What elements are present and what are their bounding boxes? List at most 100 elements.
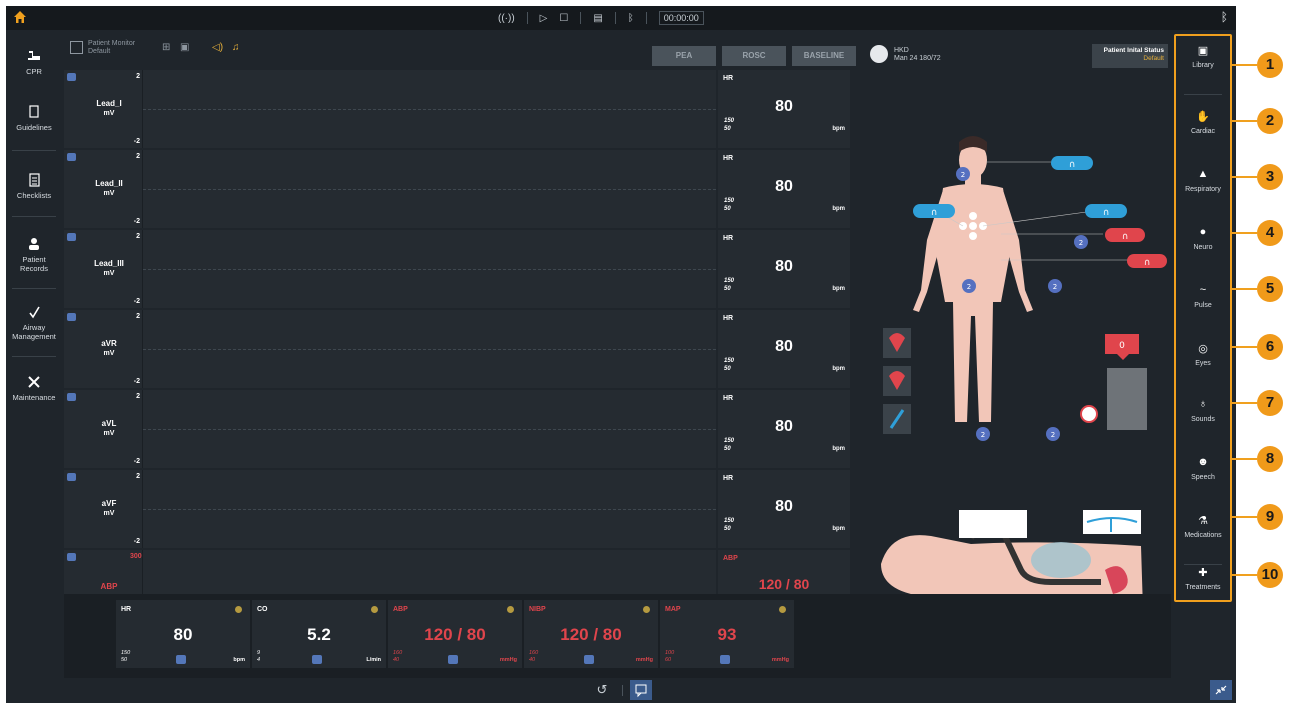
baseline — [143, 269, 716, 270]
callout-badge: 7 — [1257, 390, 1283, 416]
cardiac-tools[interactable] — [883, 328, 911, 434]
bottom-vital-card[interactable]: CO 5.2 9 4 L/min — [252, 600, 386, 668]
scale-min: -2 — [133, 458, 140, 465]
scale-min: -2 — [133, 218, 140, 225]
vital-value: 80 — [775, 418, 793, 435]
eye-icon[interactable] — [176, 655, 186, 664]
eye-icon[interactable] — [67, 393, 76, 401]
callout-line — [1231, 176, 1257, 178]
vital-box[interactable]: HR 80 150 50 bpm — [718, 150, 850, 228]
bottom-vital-card[interactable]: MAP 93 100 60 mmHg — [660, 600, 794, 668]
alarm-bell-icon[interactable]: ♫ — [232, 42, 240, 53]
nav-item-respiratory[interactable]: ▲ Respiratory — [1176, 168, 1230, 193]
alarm-high: 160 — [393, 650, 403, 656]
eye-icon[interactable] — [67, 153, 76, 161]
eye-icon[interactable] — [720, 655, 730, 664]
nav-item-guidelines[interactable]: Guidelines — [6, 104, 62, 132]
nav-item-neuro[interactable]: ● Neuro — [1176, 226, 1230, 251]
vital-unit: bpm — [832, 446, 845, 452]
vital-box[interactable]: ABP 120 / 80 — [718, 550, 850, 594]
bluetooth-icon[interactable]: ᛒ — [628, 13, 634, 24]
nav-item-checklists[interactable]: Checklists — [6, 172, 62, 200]
save-icon[interactable]: ▤ — [593, 13, 602, 24]
baseline — [143, 349, 716, 350]
vital-key: NIBP — [529, 606, 546, 613]
rosc-button[interactable]: ROSC — [722, 46, 786, 66]
alarm-counter[interactable]: 0 — [1080, 334, 1147, 430]
nav-label: Airway Management — [12, 323, 56, 341]
waveform-label: Lead_I mV — [76, 70, 142, 148]
patient-initial-status[interactable]: Patient Inital Status Default — [1092, 44, 1168, 68]
lead-name: Lead_II — [95, 179, 123, 188]
nav-item-airway-management[interactable]: Airway Management — [6, 304, 62, 341]
nav-item-library[interactable]: ▣ Library — [1176, 44, 1230, 69]
divider — [645, 12, 647, 24]
nav-item-maintenance[interactable]: Maintenance — [6, 374, 62, 402]
history-icon[interactable]: ↺ — [594, 682, 610, 698]
lead-name: ABP — [100, 582, 118, 591]
lead-name: Lead_I — [96, 99, 122, 108]
eye-icon[interactable] — [67, 73, 76, 81]
eye-icon[interactable] — [584, 655, 594, 664]
eye-icon[interactable] — [67, 313, 76, 321]
eye-icon[interactable] — [67, 553, 76, 561]
numeric-view-icon[interactable]: ▣ — [180, 42, 189, 53]
vital-key: ABP — [723, 555, 738, 562]
bluetooth-status-icon[interactable]: ᛒ — [1221, 10, 1228, 24]
lead-name: aVR — [101, 339, 117, 348]
nav-item-patient-records[interactable]: Patient Records — [6, 236, 62, 273]
nav-label: Library — [1192, 62, 1214, 69]
lead-name: aVL — [101, 419, 117, 428]
eye-icon[interactable] — [448, 655, 458, 664]
wireless-icon[interactable]: ((·)) — [498, 13, 515, 24]
callout-badge: 6 — [1257, 334, 1283, 360]
patient-avatar[interactable] — [870, 45, 888, 63]
vital-key: HR — [723, 75, 734, 82]
vital-box[interactable]: HR 80 150 50 bpm — [718, 470, 850, 548]
waveform-row: Lead_II mV 2 -2 — [64, 150, 716, 228]
bottom-vital-card[interactable]: ABP 120 / 80 160 40 mmHg — [388, 600, 522, 668]
vital-box[interactable]: HR 80 150 50 bpm — [718, 230, 850, 308]
nav-item-speech[interactable]: ☻ Speech — [1176, 456, 1230, 481]
nav-item-pulse[interactable]: ~ Pulse — [1176, 284, 1230, 309]
vital-key: MAP — [665, 606, 681, 613]
baseline — [143, 109, 716, 110]
nav-item-treatments[interactable]: ✚ Treatments — [1176, 566, 1230, 591]
eye-icon[interactable] — [67, 233, 76, 241]
vital-box[interactable]: HR 80 150 50 bpm — [718, 310, 850, 388]
waveform-view-icon[interactable]: ⊞ — [162, 42, 170, 53]
collapse-button[interactable] — [1210, 680, 1232, 700]
chat-button[interactable] — [630, 680, 652, 700]
callout-line — [1231, 516, 1257, 518]
nav-item-cardiac[interactable]: ✋ Cardiac — [1176, 110, 1230, 135]
eye-icon[interactable] — [312, 655, 322, 664]
baseline — [143, 509, 716, 510]
pea-button[interactable]: PEA — [652, 46, 716, 66]
callout-line — [1231, 402, 1257, 404]
nav-item-sounds[interactable]: ♁ Sounds — [1176, 398, 1230, 423]
volume-icon[interactable]: ◁) — [212, 42, 223, 53]
bottom-vital-card[interactable]: NIBP 120 / 80 160 40 mmHg — [524, 600, 658, 668]
nav-item-eyes[interactable]: ◎ Eyes — [1176, 342, 1230, 367]
vital-box[interactable]: HR 80 150 50 bpm — [718, 70, 850, 148]
waveform-row: aVL mV 2 -2 — [64, 390, 716, 468]
eye-icon[interactable] — [67, 473, 76, 481]
nav-item-cpr[interactable]: CPR — [6, 48, 62, 76]
stop-icon[interactable]: ☐ — [559, 13, 568, 24]
home-icon[interactable] — [12, 9, 28, 25]
vital-box[interactable]: HR 80 150 50 bpm — [718, 390, 850, 468]
play-icon[interactable]: ▷ — [540, 13, 548, 24]
vital-value: 80 — [775, 258, 793, 275]
callout-badge: 9 — [1257, 504, 1283, 530]
alarm-low: 40 — [393, 657, 400, 663]
scale-max: 300 — [130, 553, 142, 560]
scale-max: 2 — [136, 73, 140, 80]
nav-item-medications[interactable]: ⚗ Medications — [1176, 514, 1230, 539]
callout-line — [1231, 120, 1257, 122]
scale-min: -2 — [133, 298, 140, 305]
bottom-vital-card[interactable]: HR 80 150 50 bpm — [116, 600, 250, 668]
right-sidebar: ▣ Library ✋ Cardiac ▲ Respiratory ● Neuro ~ Pulse… — [1174, 34, 1232, 602]
baseline-button[interactable]: BASELINE — [792, 46, 856, 66]
nav-label: Patient Records — [20, 255, 48, 273]
vital-value: 120 / 80 — [424, 625, 486, 644]
